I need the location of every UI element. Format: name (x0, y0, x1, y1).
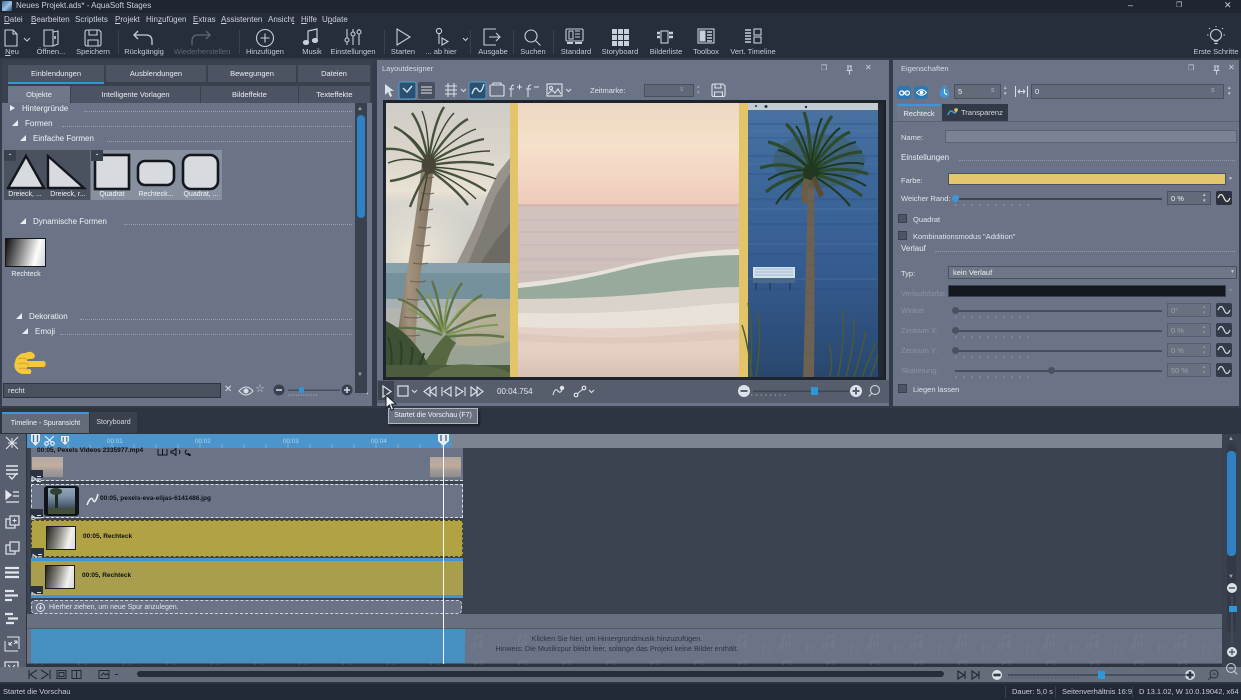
svg-text:00:02: 00:02 (195, 438, 211, 445)
svg-text:00:03: 00:03 (283, 438, 299, 445)
svg-text:00:04: 00:04 (371, 438, 387, 445)
svg-text:00:01: 00:01 (107, 438, 123, 445)
